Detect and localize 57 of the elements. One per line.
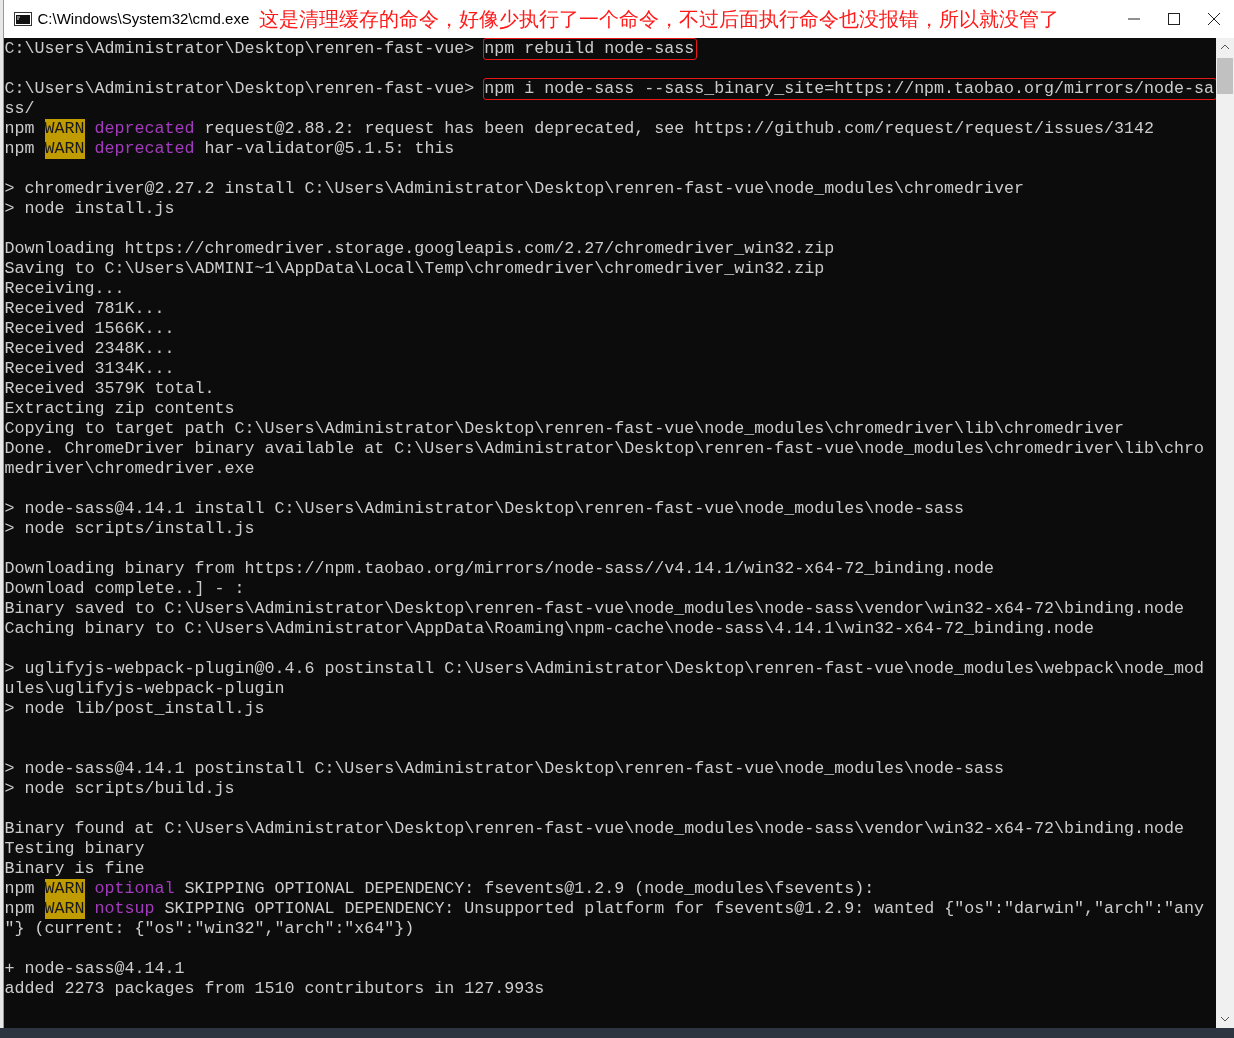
console-text: npm [4,139,35,159]
console-text: har-validator@5.1.5: this [204,139,455,159]
console-text: npm [4,899,35,919]
window-title: C:\Windows\System32\cmd.exe [37,8,250,29]
console-text: Binary is fine [4,859,145,879]
console-text: Caching binary to C:\Users\Administrator\AppData\Roaming\npm-cache\node-sass\4.14.1\win32-x64-72_binding.node [4,619,1095,639]
console-text: Copying to target path C:\Users\Administrator\Desktop\renren-fast-vue\node_modules\chromedriver\lib\chromedriver [4,419,1124,439]
console-icon [13,12,32,26]
console-text: Received 3579K total. [4,379,215,399]
console-text: > node lib/post_install.js [4,699,265,719]
console-text: Downloading binary from https://npm.taobao.org/mirrors/node-sass//v4.14.1/win32-x64-72_binding.node [4,559,995,579]
console-text: Saving to C:\Users\ADMINI~1\AppData\Local\Temp\chromedriver\chromedriver_win32.zip [4,259,825,279]
highlighted-command: npm rebuild node-sass [484,39,697,59]
console-text: Receiving... [4,279,125,299]
console-text: npm [4,119,35,139]
console-text: > node scripts/install.js [4,519,255,539]
console-text: SKIPPING OPTIONAL DEPENDENCY: fsevents@1.2.9 (node_modules\fsevents): [184,879,875,899]
console-text: Extracting zip contents [4,399,235,419]
console-text: Done. ChromeDriver binary available at C:\Users\Administrator\Desktop\renren-fast-vue\node_modules\chromedriver\lib\chro [4,439,1204,459]
console-text: Download complete..] - : [4,579,245,599]
console-text: Received 3134K... [4,359,175,379]
console-text: > node scripts/build.js [4,779,235,799]
console-text: Received 781K... [4,299,165,319]
console-text: > uglifyjs-webpack-plugin@0.4.6 postinstall C:\Users\Administrator\Desktop\renren-fast-vue\node_modules\webpack\node_mod [4,659,1204,679]
warning-type: notsup [94,899,155,919]
scroll-up-icon[interactable] [1220,44,1230,50]
scrollbar-thumb[interactable] [1217,58,1233,94]
console-text: > node install.js [4,199,175,219]
console-text: ules\uglifyjs-webpack-plugin [4,679,285,699]
annotation-text: 这是清理缓存的命令，好像少执行了一个命令，不过后面执行命令也没报错，所以就没管了 [259,7,1060,32]
console-text: Testing binary [4,839,145,859]
console-text: medriver\chromedriver.exe [4,459,255,479]
warning-type: deprecated [94,119,195,139]
console-text: C:\Users\Administrator\Desktop\renren-fast-vue> [4,79,475,99]
console-text: > node-sass@4.14.1 install C:\Users\Administrator\Desktop\renren-fast-vue\node_modules\node-sass [4,499,965,519]
console-text: Received 2348K... [4,339,175,359]
console-text: Binary saved to C:\Users\Administrator\Desktop\renren-fast-vue\node_modules\node-sass\vendor\win32-x64-72\binding.node [4,599,1184,619]
console-text: ss/ [4,99,35,119]
console-text: Received 1566K... [4,319,175,339]
console-text: npm [4,879,35,899]
console-text: SKIPPING OPTIONAL DEPENDENCY: Unsupported platform for fsevents@1.2.9: wanted {"os":"darwin","arch":"any [164,899,1205,919]
console-text: "} (current: {"os":"win32","arch":"x64"}) [4,919,415,939]
close-icon[interactable] [1208,13,1220,25]
console-text: + node-sass@4.14.1 [4,959,185,979]
maximize-icon[interactable] [1168,13,1180,25]
highlighted-command: npm i node-sass --sass_binary_site=https://npm.taobao.org/mirrors/node-sa [484,79,1216,99]
scrollbar[interactable] [1216,38,1234,1028]
console-text: C:\Users\Administrator\Desktop\renren-fast-vue> [4,39,475,59]
scroll-down-icon[interactable] [1220,1016,1230,1022]
warning-type: deprecated [94,139,195,159]
console-text: added 2273 packages from 1510 contributors in 127.993s [4,979,545,999]
console-text: > node-sass@4.14.1 postinstall C:\Users\Administrator\Desktop\renren-fast-vue\node_modules\node-sass [4,759,1005,779]
console-text: Binary found at C:\Users\Administrator\Desktop\renren-fast-vue\node_modules\node-sass\vendor\win32-x64-72\binding.node [4,819,1184,839]
warning-type: optional [94,879,175,899]
console-text: request@2.88.2: request has been deprecated, see https://github.com/request/request/issues/3142 [204,119,1155,139]
console-text: Downloading https://chromedriver.storage.googleapis.com/2.27/chromedriver_win32.zip [4,239,835,259]
console-text: > chromedriver@2.27.2 install C:\Users\Administrator\Desktop\renren-fast-vue\node_modules\chromedriver [4,179,1025,199]
